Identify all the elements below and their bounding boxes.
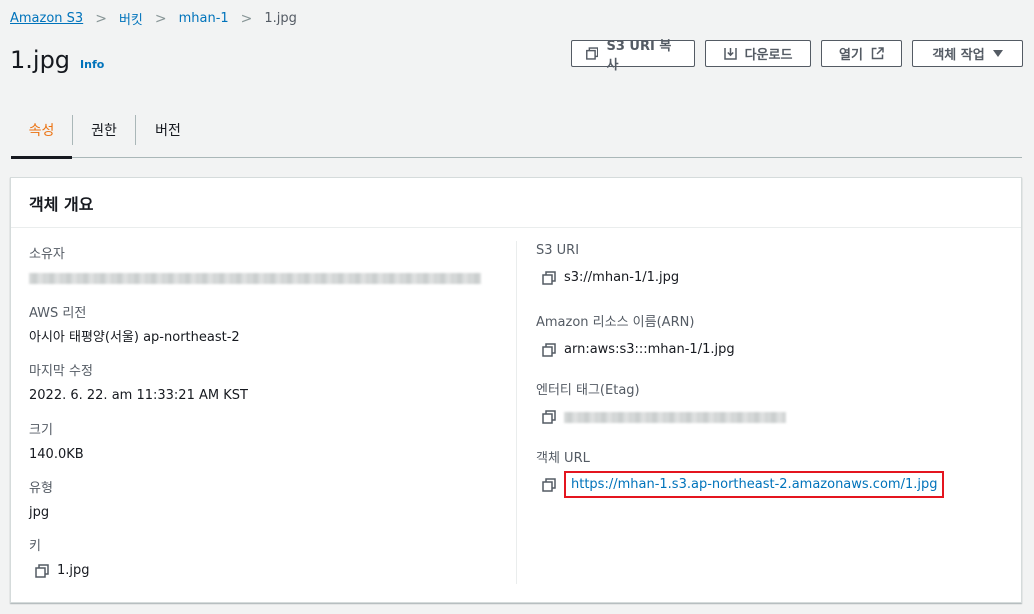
chevron-right-icon: > [95,10,107,27]
object-url-value-row: https://mhan-1.s3.ap-northeast-2.amazona… [542,471,945,498]
title-row: 1.jpg Info [10,46,104,74]
arn-value: arn:aws:s3:::mhan-1/1.jpg [564,342,735,357]
copy-icon[interactable] [542,270,556,285]
copy-icon[interactable] [542,410,556,424]
owner-value-redacted [29,273,481,284]
key-label: 키 [29,539,41,554]
copy-s3-uri-button[interactable]: S3 URI 복사 [571,39,695,73]
column-divider [516,241,517,584]
last-modified-value: 2022. 6. 22. am 11:33:21 AM KST [29,388,248,403]
tab-permissions[interactable]: 권한 [73,103,135,157]
breadcrumb: Amazon S3 > 버킷 > mhan-1 > 1.jpg [10,9,297,29]
key-value: 1.jpg [57,563,90,578]
download-icon [723,48,737,60]
caret-down-icon [992,49,1003,57]
info-link[interactable]: Info [80,58,104,71]
object-overview-panel: 객체 개요 소유자 AWS 리전 아시아 태평양(서울) ap-northeas… [10,177,1022,603]
external-link-icon [871,47,884,60]
copy-icon[interactable] [542,477,556,492]
object-actions-button[interactable]: 객체 작업 [912,40,1023,67]
s3-uri-field: S3 URI s3://mhan-1/1.jpg [536,243,679,285]
s3-uri-label: S3 URI [536,243,580,258]
breadcrumb-current: 1.jpg [264,11,297,26]
breadcrumb-bucket[interactable]: mhan-1 [179,11,229,26]
copy-s3-uri-label: S3 URI 복사 [606,38,672,73]
panel-title: 객체 개요 [11,178,1021,228]
etag-value-row [542,410,786,424]
breadcrumb-buckets[interactable]: 버킷 [119,9,143,28]
owner-field: 소유자 [29,243,481,284]
copy-icon[interactable] [35,563,49,578]
tab-versions[interactable]: 버전 [136,103,200,157]
copy-icon [586,47,599,60]
tab-bar: 속성 권한 버전 [11,103,1022,159]
arn-field: Amazon 리소스 이름(ARN) arn:aws:s3:::mhan-1/1… [536,311,735,357]
owner-label: 소유자 [29,247,65,262]
etag-field: 엔터티 태그(Etag) [536,379,786,424]
type-field: 유형 jpg [29,477,53,520]
chevron-right-icon: > [240,10,253,27]
page-title: 1.jpg [10,46,71,74]
region-field: AWS 리전 아시아 태평양(서울) ap-northeast-2 [29,302,240,345]
size-field: 크기 140.0KB [29,419,84,462]
download-label: 다운로드 [744,48,793,63]
breadcrumb-amazon-s3[interactable]: Amazon S3 [10,11,83,26]
open-label: 열기 [839,48,863,63]
chevron-right-icon: > [154,10,167,27]
region-label: AWS 리전 [29,306,87,321]
download-button[interactable]: 다운로드 [705,40,811,67]
s3-uri-value-row: s3://mhan-1/1.jpg [542,270,679,285]
object-url-label: 객체 URL [536,451,590,466]
type-value: jpg [29,505,50,520]
object-actions-label: 객체 작업 [932,48,985,63]
object-url-link[interactable]: https://mhan-1.s3.ap-northeast-2.amazona… [564,471,945,498]
copy-icon[interactable] [542,342,556,357]
action-buttons: S3 URI 복사 다운로드 열기 객체 작업 [571,39,1023,73]
s3-uri-value: s3://mhan-1/1.jpg [564,270,680,285]
open-button[interactable]: 열기 [821,40,902,67]
region-value: 아시아 태평양(서울) ap-northeast-2 [29,330,240,345]
etag-value-redacted [564,411,786,423]
last-modified-label: 마지막 수정 [29,364,93,379]
last-modified-field: 마지막 수정 2022. 6. 22. am 11:33:21 AM KST [29,360,248,403]
size-label: 크기 [29,423,53,438]
etag-label: 엔터티 태그(Etag) [536,383,640,398]
key-value-row: 1.jpg [35,563,90,578]
key-field: 키 1.jpg [29,535,90,578]
arn-value-row: arn:aws:s3:::mhan-1/1.jpg [542,342,735,357]
object-url-field: 객체 URL https://mhan-1.s3.ap-northeast-2.… [536,447,945,498]
arn-label: Amazon 리소스 이름(ARN) [536,315,695,330]
type-label: 유형 [29,481,53,496]
size-value: 140.0KB [29,447,84,462]
tab-properties[interactable]: 속성 [11,103,72,159]
